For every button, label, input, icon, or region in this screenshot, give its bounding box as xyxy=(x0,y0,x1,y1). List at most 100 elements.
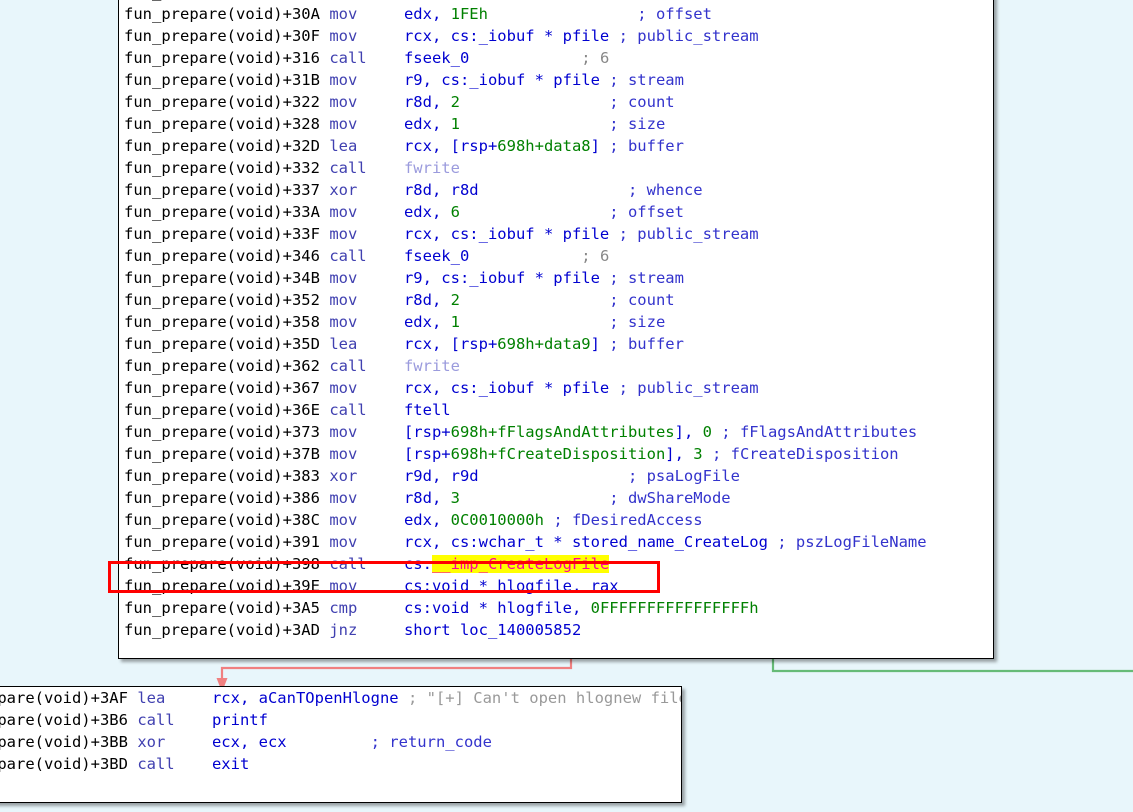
instruction-operand[interactable]: 698h+fFlagsAndAttributes xyxy=(451,423,675,441)
instruction-operand[interactable]: exit xyxy=(212,755,249,773)
disassembly-line[interactable]: fun_prepare(void)+322 mov r8d, 2 ; count xyxy=(124,91,993,113)
disassembly-line[interactable]: fun_prepare(void)+3A5 cmp cs:void * hlog… xyxy=(124,597,993,619)
instruction-operand[interactable]: r8d, r8d xyxy=(404,0,479,1)
instruction-operand[interactable]: ecx, ecx xyxy=(212,733,287,751)
instruction-operand[interactable]: 0FFFFFFFFFFFFFFFFh xyxy=(591,599,759,617)
disassembly-line[interactable]: fun_prepare(void)+328 mov edx, 1 ; size xyxy=(124,113,993,135)
main-basic-block[interactable]: fun_prepare(void)+307 xor r8d, r8d ; whe… xyxy=(118,0,994,659)
instruction-operand[interactable]: rcx, cs:_iobuf * pfile xyxy=(404,27,619,45)
instruction-operand[interactable]: 698h+fCreateDisposition xyxy=(451,445,666,463)
instruction-operand[interactable]: 3 xyxy=(693,445,702,463)
disassembly-line[interactable]: fun_prepare(void)+30F mov rcx, cs:_iobuf… xyxy=(124,25,993,47)
instruction-operand[interactable]: r8d, r8d xyxy=(404,181,479,199)
instruction-operand[interactable]: r8d, xyxy=(404,489,451,507)
instruction-operand[interactable]: r8d, xyxy=(404,291,451,309)
instruction-operand[interactable]: cs:void * hlogfile, rax xyxy=(404,577,619,595)
disassembly-line[interactable]: fun_prepare(void)+30A mov edx, 1FEh ; of… xyxy=(124,3,993,25)
disassembly-line[interactable]: fun_prepare(void)+386 mov r8d, 3 ; dwSha… xyxy=(124,487,993,509)
disassembly-listing-fail[interactable]: fun_prepare(void)+3AF lea rcx, aCanTOpen… xyxy=(0,687,681,775)
instruction-operand[interactable]: cs: xyxy=(404,555,432,573)
instruction-operand[interactable]: edx, xyxy=(404,313,451,331)
error-branch-basic-block[interactable]: fun_prepare(void)+3AF lea rcx, aCanTOpen… xyxy=(0,686,682,803)
instruction-operand[interactable]: r9, cs:_iobuf * pfile xyxy=(404,269,609,287)
disassembly-line[interactable]: fun_prepare(void)+37B mov [rsp+698h+fCre… xyxy=(124,443,993,465)
disassembly-line[interactable]: fun_prepare(void)+332 call fwrite xyxy=(124,157,993,179)
disassembly-line[interactable]: fun_prepare(void)+38C mov edx, 0C0010000… xyxy=(124,509,993,531)
instruction-operand[interactable]: cs:void * hlogfile, xyxy=(404,599,591,617)
disassembly-line[interactable]: fun_prepare(void)+337 xor r8d, r8d ; whe… xyxy=(124,179,993,201)
search-highlight[interactable]: __imp_CreateLogFile xyxy=(431,555,610,573)
instruction-operand[interactable]: 6 xyxy=(451,203,460,221)
disassembly-line[interactable]: fun_prepare(void)+367 mov rcx, cs:_iobuf… xyxy=(124,377,993,399)
disassembly-listing-main[interactable]: fun_prepare(void)+307 xor r8d, r8d ; whe… xyxy=(119,0,993,641)
instruction-operand[interactable]: 698h+data9 xyxy=(497,335,590,353)
instruction-operand[interactable]: ], xyxy=(665,445,693,463)
instruction-operand[interactable]: r8d, xyxy=(404,93,451,111)
instruction-operand[interactable]: 1 xyxy=(451,313,460,331)
instruction-operand[interactable] xyxy=(544,511,553,529)
disassembly-line[interactable]: fun_prepare(void)+362 call fwrite xyxy=(124,355,993,377)
disassembly-line[interactable]: fun_prepare(void)+3AD jnz short loc_1400… xyxy=(124,619,993,641)
disassembly-line[interactable]: fun_prepare(void)+36E call ftell xyxy=(124,399,993,421)
disassembly-line[interactable]: fun_prepare(void)+383 xor r9d, r9d ; psa… xyxy=(124,465,993,487)
instruction-operand[interactable]: ], xyxy=(675,423,703,441)
instruction-operand[interactable]: 2 xyxy=(451,291,460,309)
disassembly-line[interactable]: fun_prepare(void)+34B mov r9, cs:_iobuf … xyxy=(124,267,993,289)
instruction-operand[interactable]: 1FEh xyxy=(451,5,488,23)
instruction-operand[interactable]: 1 xyxy=(451,115,460,133)
instruction-operand[interactable]: r9d, r9d xyxy=(404,467,479,485)
instruction-mnemonic: mov xyxy=(329,225,404,243)
disassembly-line[interactable]: fun_prepare(void)+358 mov edx, 1 ; size xyxy=(124,311,993,333)
instruction-operand[interactable] xyxy=(712,423,721,441)
instruction-comment: ; 6 xyxy=(581,49,610,67)
instruction-operand[interactable]: [rsp+ xyxy=(404,445,451,463)
disassembly-line[interactable]: fun_prepare(void)+3BD call exit xyxy=(0,753,681,775)
instruction-operand[interactable]: edx, xyxy=(404,511,451,529)
instruction-operand[interactable]: ] xyxy=(591,137,610,155)
instruction-operand[interactable]: short loc_140005852 xyxy=(404,621,581,639)
instruction-operand[interactable]: 0 xyxy=(703,423,712,441)
column-spacer xyxy=(479,0,628,1)
disassembly-line[interactable]: fun_prepare(void)+391 mov rcx, cs:wchar_… xyxy=(124,531,993,553)
instruction-operand[interactable]: r9, cs:_iobuf * pfile xyxy=(404,71,609,89)
disassembly-line[interactable]: fun_prepare(void)+3B6 call printf xyxy=(0,709,681,731)
instruction-operand[interactable]: rcx, aCanTOpenHlogne xyxy=(212,689,408,707)
disassembly-line[interactable]: fun_prepare(void)+346 call fseek_0 ; 6 xyxy=(124,245,993,267)
instruction-operand[interactable]: rcx, [rsp+ xyxy=(404,335,497,353)
disassembly-line[interactable]: fun_prepare(void)+3AF lea rcx, aCanTOpen… xyxy=(0,687,681,709)
instruction-mnemonic: mov xyxy=(329,577,404,595)
instruction-operand[interactable]: ] xyxy=(591,335,610,353)
instruction-operand[interactable]: fseek_0 xyxy=(404,247,469,265)
instruction-operand[interactable]: edx, xyxy=(404,5,451,23)
instruction-operand[interactable]: rcx, cs:_iobuf * pfile xyxy=(404,225,619,243)
disassembly-line[interactable]: fun_prepare(void)+316 call fseek_0 ; 6 xyxy=(124,47,993,69)
instruction-mnemonic: lea xyxy=(329,335,404,353)
instruction-operand[interactable]: 2 xyxy=(451,93,460,111)
disassembly-line[interactable]: fun_prepare(void)+39E mov cs:void * hlog… xyxy=(124,575,993,597)
disassembly-line[interactable]: fun_prepare(void)+398 call cs:__imp_Crea… xyxy=(124,553,993,575)
instruction-operand[interactable]: edx, xyxy=(404,203,451,221)
disassembly-line[interactable]: fun_prepare(void)+3BB xor ecx, ecx ; ret… xyxy=(0,731,681,753)
instruction-operand[interactable]: fseek_0 xyxy=(404,49,469,67)
disassembly-line[interactable]: fun_prepare(void)+32D lea rcx, [rsp+698h… xyxy=(124,135,993,157)
instruction-operand[interactable]: rcx, cs:_iobuf * pfile xyxy=(404,379,619,397)
instruction-operand[interactable]: [rsp+ xyxy=(404,423,451,441)
instruction-operand[interactable]: 698h+data8 xyxy=(497,137,590,155)
instruction-operand[interactable] xyxy=(703,445,712,463)
instruction-operand[interactable]: rcx, [rsp+ xyxy=(404,137,497,155)
instruction-operand[interactable]: ftell xyxy=(404,401,451,419)
instruction-operand[interactable]: rcx, cs:wchar_t * stored_name_CreateLog xyxy=(404,533,777,551)
instruction-operand[interactable]: edx, xyxy=(404,115,451,133)
disassembly-line[interactable]: fun_prepare(void)+33F mov rcx, cs:_iobuf… xyxy=(124,223,993,245)
instruction-operand[interactable]: printf xyxy=(212,711,268,729)
instruction-operand[interactable]: fwrite xyxy=(404,159,460,177)
instruction-operand[interactable]: fwrite xyxy=(404,357,460,375)
disassembly-line[interactable]: fun_prepare(void)+33A mov edx, 6 ; offse… xyxy=(124,201,993,223)
disassembly-line[interactable]: fun_prepare(void)+352 mov r8d, 2 ; count xyxy=(124,289,993,311)
disassembly-line[interactable]: fun_prepare(void)+35D lea rcx, [rsp+698h… xyxy=(124,333,993,355)
instruction-operand[interactable]: 0C0010000h xyxy=(451,511,544,529)
disassembly-line[interactable]: fun_prepare(void)+373 mov [rsp+698h+fFla… xyxy=(124,421,993,443)
graph-canvas[interactable]: fun_prepare(void)+307 xor r8d, r8d ; whe… xyxy=(0,0,1133,812)
disassembly-line[interactable]: fun_prepare(void)+31B mov r9, cs:_iobuf … xyxy=(124,69,993,91)
instruction-operand[interactable]: 3 xyxy=(451,489,460,507)
